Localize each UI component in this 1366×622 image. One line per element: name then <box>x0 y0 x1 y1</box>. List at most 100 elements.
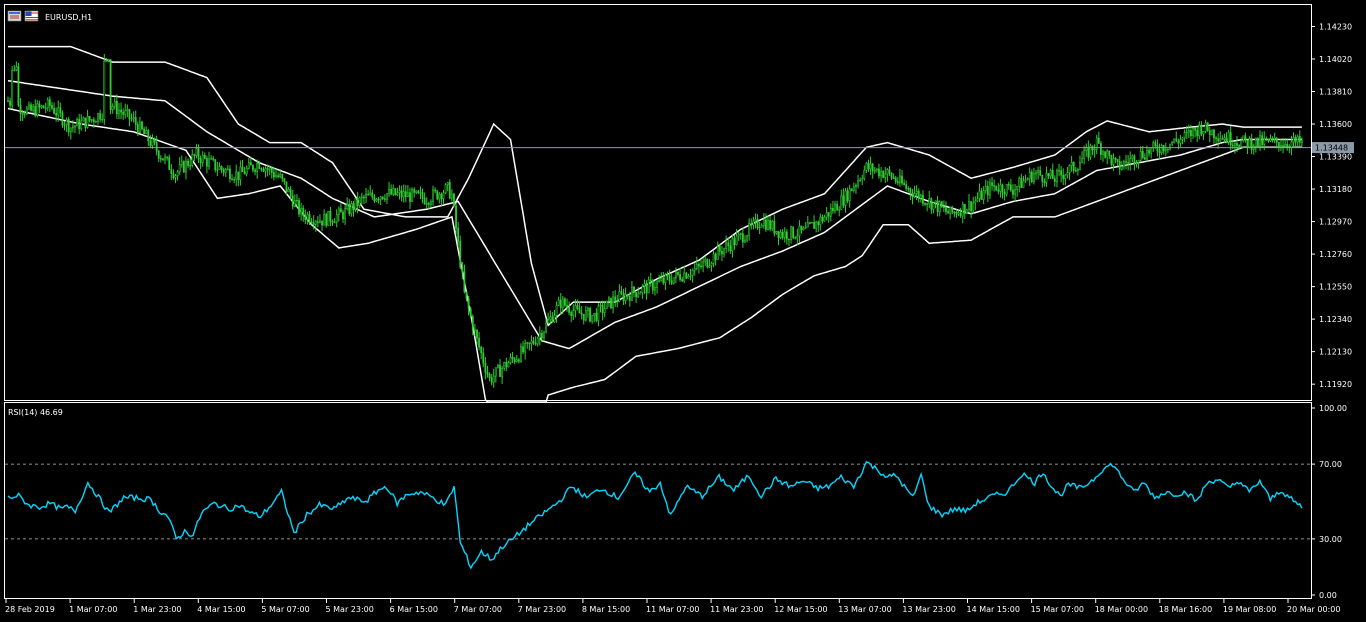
candle-body <box>610 297 612 309</box>
candle-body <box>526 342 529 344</box>
candle-body <box>532 340 535 344</box>
candle-body <box>1143 157 1146 160</box>
candle-body <box>283 178 286 183</box>
candle-body <box>411 189 413 202</box>
candle-body <box>1148 150 1150 154</box>
candle-body <box>677 271 679 275</box>
candle-body <box>1012 189 1014 195</box>
candle-body <box>484 362 487 373</box>
candle-body <box>974 200 977 204</box>
candle-body <box>530 340 533 344</box>
candle-body <box>538 332 541 339</box>
candle-body <box>1097 137 1100 144</box>
candle-body <box>666 274 669 277</box>
candle-body <box>1110 155 1113 165</box>
candle-body <box>779 232 782 238</box>
candle-body <box>444 184 447 194</box>
candle-body <box>817 221 820 226</box>
candle-body <box>174 175 177 178</box>
candle-body <box>264 168 267 172</box>
candle-body <box>360 196 363 199</box>
candle-body <box>589 308 591 322</box>
candle-body <box>17 66 20 106</box>
candle-body <box>651 280 654 291</box>
candle-body <box>308 214 311 223</box>
candle-body <box>247 162 250 169</box>
candle-body <box>1028 171 1031 180</box>
candle-body <box>1290 141 1293 149</box>
candle-body <box>1051 170 1054 180</box>
candle-body <box>381 196 384 199</box>
candle-body <box>400 190 403 198</box>
candle-body <box>51 105 53 109</box>
candle-body <box>375 198 378 202</box>
candle-body <box>540 332 543 339</box>
candle-body <box>750 223 753 226</box>
time-axis-label: 7 Mar 07:00 <box>454 605 502 614</box>
candle-body <box>656 281 658 288</box>
candle-body <box>325 213 328 226</box>
candle-body <box>199 158 202 164</box>
candle-body <box>492 375 495 383</box>
candle-body <box>1070 161 1073 166</box>
candle-body <box>840 195 843 210</box>
candle-body <box>670 280 673 284</box>
candle-body <box>224 169 227 173</box>
candle-body <box>421 192 424 199</box>
candle-body <box>434 189 437 192</box>
candle-body <box>279 174 282 178</box>
candle-body <box>329 210 332 222</box>
candle-body <box>852 186 855 191</box>
candle-body <box>469 308 472 317</box>
candle-body <box>193 154 196 156</box>
candle-body <box>938 201 941 213</box>
candle-body <box>323 213 326 226</box>
candle-body <box>448 182 451 199</box>
candle-body <box>111 105 114 110</box>
symbol-timeframe-label: EURUSD,H1 <box>45 13 92 22</box>
candle-body <box>396 192 399 196</box>
candle-body <box>229 168 231 180</box>
candle-body <box>371 192 374 198</box>
candle-body <box>857 180 859 186</box>
candle-body <box>1037 170 1040 174</box>
candle-body <box>1198 124 1201 137</box>
candle-body <box>1007 183 1010 186</box>
candle-body <box>109 59 112 110</box>
candle-body <box>1056 170 1058 182</box>
candle-body <box>1269 138 1272 142</box>
candle-body <box>13 69 16 72</box>
rsi-axis-label: 0.00 <box>1319 591 1337 600</box>
candle-body <box>377 198 380 201</box>
candle-body <box>595 312 598 321</box>
candle-body <box>203 155 206 159</box>
candle-body <box>486 371 489 375</box>
candle-body <box>804 226 807 229</box>
candle-body <box>578 308 581 314</box>
candle-body <box>924 203 926 205</box>
candle-body <box>419 192 422 194</box>
candle-body <box>867 162 870 170</box>
candle-body <box>1219 138 1222 142</box>
candle-body <box>48 99 51 106</box>
candle-body <box>1009 184 1012 191</box>
candle-body <box>195 148 198 156</box>
candle-body <box>899 175 901 184</box>
candle-body <box>635 292 638 298</box>
candle-body <box>457 227 460 242</box>
candle-body <box>1022 180 1025 188</box>
candle-body <box>1282 145 1284 148</box>
candle-body <box>980 190 983 200</box>
candle-body <box>348 203 351 215</box>
candle-body <box>1160 145 1163 154</box>
candle-body <box>30 104 32 111</box>
candle-body <box>940 201 943 208</box>
candle-body <box>829 207 832 217</box>
candle-body <box>53 108 55 114</box>
candle-body <box>547 319 550 324</box>
candle-body <box>775 231 778 234</box>
candle-body <box>607 297 610 302</box>
candle-body <box>599 304 602 307</box>
candle-body <box>861 178 864 181</box>
candle-body <box>187 160 189 166</box>
